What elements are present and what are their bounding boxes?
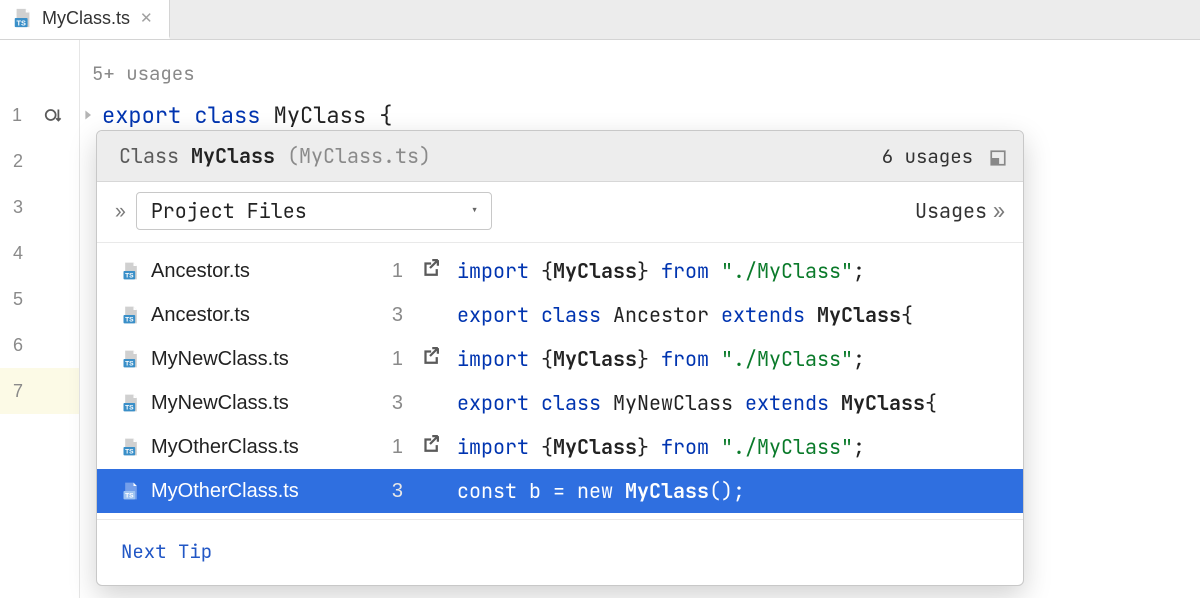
usage-filename: Ancestor.ts — [151, 304, 250, 327]
editor-code-area[interactable]: 5+ usages export class MyClass { Class M… — [80, 40, 1200, 598]
token-brace: { — [379, 101, 392, 130]
typescript-file-icon: TS — [12, 7, 34, 29]
close-icon[interactable]: ✕ — [138, 9, 155, 27]
usage-snippet: import {MyClass} from "./MyClass"; — [457, 434, 1023, 460]
popup-footer: Next Tip — [97, 519, 1023, 585]
usage-snippet: export class MyNewClass extends MyClass{ — [457, 390, 1023, 416]
svg-text:TS: TS — [125, 449, 134, 456]
usage-kind — [415, 347, 445, 371]
usage-row[interactable]: TS MyNewClass.ts 3 export class MyNewClass … — [97, 381, 1023, 425]
usage-filename: MyOtherClass.ts — [151, 480, 299, 503]
editor-tab-myclass[interactable]: TS MyClass.ts ✕ — [0, 0, 170, 39]
inlay-usages-label: 5+ usages — [92, 61, 195, 86]
usage-filename: MyNewClass.ts — [151, 348, 289, 371]
usage-row[interactable]: TS Ancestor.ts 1 import {MyClass} from "./M… — [97, 249, 1023, 293]
scope-select-value: Project Files — [151, 198, 307, 224]
gutter-line[interactable]: 2 — [0, 138, 79, 184]
popup-usage-count: 6 usages — [882, 144, 973, 169]
usage-line-number: 1 — [379, 260, 403, 283]
chevron-right-icon[interactable]: » — [993, 198, 1005, 224]
editor-tabbar: TS MyClass.ts ✕ — [0, 0, 1200, 40]
chevron-down-icon: ▾ — [470, 202, 478, 220]
pin-icon[interactable] — [989, 147, 1007, 165]
usage-snippet: const b = new MyClass(); — [457, 478, 1023, 504]
usage-filename: Ancestor.ts — [151, 260, 250, 283]
svg-text:TS: TS — [16, 18, 25, 27]
usage-file: TS MyOtherClass.ts — [121, 436, 367, 459]
usage-filename: MyOtherClass.ts — [151, 436, 299, 459]
fold-toggle-icon[interactable] — [82, 106, 100, 124]
token-keyword: export — [102, 101, 181, 130]
import-usage-icon — [421, 259, 439, 283]
usages-label[interactable]: Usages — [915, 198, 987, 224]
typescript-file-icon: TS — [121, 481, 141, 501]
usage-snippet: import {MyClass} from "./MyClass"; — [457, 258, 1023, 284]
popup-header: Class MyClass (MyClass.ts) 6 usages — [97, 131, 1023, 182]
typescript-file-icon: TS — [121, 261, 141, 281]
next-tip-link[interactable]: Next Tip — [121, 539, 212, 564]
chevron-right-icon[interactable]: » — [115, 200, 126, 223]
find-usages-popup: Class MyClass (MyClass.ts) 6 usages » Pr… — [96, 130, 1024, 586]
usage-filename: MyNewClass.ts — [151, 392, 289, 415]
editor-main: 1234567 5+ usages export class MyClass {… — [0, 40, 1200, 598]
svg-text:TS: TS — [125, 493, 134, 500]
import-usage-icon — [421, 435, 439, 459]
usage-line-number: 3 — [379, 480, 403, 503]
usage-row[interactable]: TS MyOtherClass.ts 3 const b = new MyClass(… — [97, 469, 1023, 513]
usage-snippet: export class Ancestor extends MyClass{ — [457, 302, 1023, 328]
popup-subbar: » Project Files ▾ Usages » — [97, 182, 1023, 243]
inlay-usages-hint[interactable]: 5+ usages — [80, 54, 1200, 92]
usage-line-number: 1 — [379, 348, 403, 371]
usage-kind — [415, 435, 445, 459]
usage-row[interactable]: TS MyOtherClass.ts 1 import {MyClass} from … — [97, 425, 1023, 469]
scope-select[interactable]: Project Files ▾ — [136, 192, 492, 230]
popup-header-prefix: Class — [119, 143, 179, 169]
editor-tab-label: MyClass.ts — [42, 8, 130, 29]
usage-line-number: 1 — [379, 436, 403, 459]
usage-file: TS Ancestor.ts — [121, 260, 367, 283]
import-usage-icon — [421, 347, 439, 371]
popup-header-name: MyClass — [191, 143, 275, 169]
usage-line-number: 3 — [379, 392, 403, 415]
usage-kind — [415, 259, 445, 283]
typescript-file-icon: TS — [121, 393, 141, 413]
usages-list: TS Ancestor.ts 1 import {MyClass} from "./M… — [97, 243, 1023, 519]
token-keyword: class — [194, 101, 260, 130]
gutter-line[interactable]: 1 — [0, 92, 79, 138]
gutter-line[interactable]: 5 — [0, 276, 79, 322]
gutter-line[interactable]: 4 — [0, 230, 79, 276]
gutter-line[interactable]: 3 — [0, 184, 79, 230]
usage-row[interactable]: TS MyNewClass.ts 1 import {MyClass} from ".… — [97, 337, 1023, 381]
usage-line-number: 3 — [379, 304, 403, 327]
svg-text:TS: TS — [125, 405, 134, 412]
svg-text:TS: TS — [125, 273, 134, 280]
token-classname: MyClass — [274, 101, 366, 130]
usage-row[interactable]: TS Ancestor.ts 3 export class Ancestor exte… — [97, 293, 1023, 337]
typescript-file-icon: TS — [121, 437, 141, 457]
usage-snippet: import {MyClass} from "./MyClass"; — [457, 346, 1023, 372]
editor-gutter: 1234567 — [0, 40, 80, 598]
popup-header-file: (MyClass.ts) — [287, 143, 431, 169]
typescript-file-icon: TS — [121, 349, 141, 369]
typescript-file-icon: TS — [121, 305, 141, 325]
svg-text:TS: TS — [125, 361, 134, 368]
gutter-line[interactable]: 6 — [0, 322, 79, 368]
usage-file: TS Ancestor.ts — [121, 304, 367, 327]
gutter-line[interactable]: 7 — [0, 368, 79, 414]
usage-file: TS MyNewClass.ts — [121, 392, 367, 415]
svg-text:TS: TS — [125, 317, 134, 324]
usage-file: TS MyNewClass.ts — [121, 348, 367, 371]
usage-file: TS MyOtherClass.ts — [121, 480, 367, 503]
